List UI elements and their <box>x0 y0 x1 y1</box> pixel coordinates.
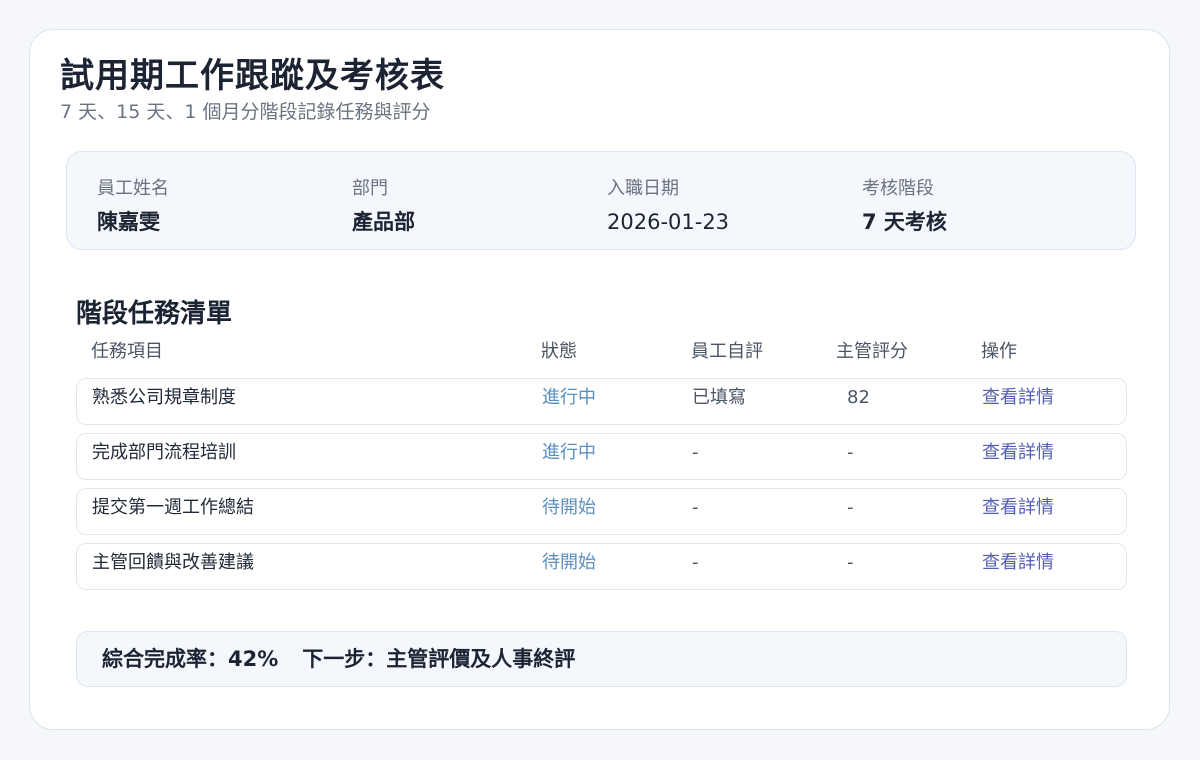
task-self-eval: - <box>692 442 699 463</box>
column-header-supervisor-score: 主管評分 <box>836 341 908 362</box>
task-status: 進行中 <box>542 442 596 463</box>
start-date-value: 2026-01-23 <box>607 210 730 234</box>
summary-bar: 綜合完成率：42% 下一步：主管評價及人事終評 <box>76 631 1127 687</box>
table-row: 提交第一週工作總結 待開始 - - 查看詳情 <box>76 488 1127 535</box>
task-supervisor-score: 82 <box>847 387 870 408</box>
task-status: 待開始 <box>542 552 596 573</box>
column-header-task: 任務項目 <box>91 341 163 362</box>
task-self-eval: - <box>692 552 699 573</box>
appraisal-stage-field: 考核階段 7 天考核 <box>862 177 947 235</box>
department-field: 部門 產品部 <box>352 177 415 235</box>
view-details-link[interactable]: 查看詳情 <box>982 434 1054 472</box>
view-details-link[interactable]: 查看詳情 <box>982 379 1054 417</box>
task-name: 完成部門流程培訓 <box>92 442 236 463</box>
task-status: 進行中 <box>542 387 596 408</box>
task-supervisor-score: - <box>847 442 854 463</box>
employee-name-field: 員工姓名 陳嘉雯 <box>97 177 169 235</box>
task-name: 熟悉公司規章制度 <box>92 387 236 408</box>
appraisal-stage-value: 7 天考核 <box>862 210 947 234</box>
view-details-link[interactable]: 查看詳情 <box>982 544 1054 582</box>
table-row: 熟悉公司規章制度 進行中 已填寫 82 查看詳情 <box>76 378 1127 425</box>
start-date-label: 入職日期 <box>607 178 679 199</box>
page-subtitle: 7 天、15 天、1 個月分階段記錄任務與評分 <box>60 101 431 123</box>
column-header-action: 操作 <box>981 341 1017 362</box>
view-details-link[interactable]: 查看詳情 <box>982 489 1054 527</box>
employee-info-panel: 員工姓名 陳嘉雯 部門 產品部 入職日期 2026-01-23 考核階段 7 天… <box>66 151 1136 250</box>
department-label: 部門 <box>352 178 388 199</box>
task-self-eval: 已填寫 <box>692 387 746 408</box>
page-title: 試用期工作跟蹤及考核表 <box>60 56 445 96</box>
employee-name-value: 陳嘉雯 <box>97 210 160 234</box>
completion-rate-label: 綜合完成率： <box>102 647 228 671</box>
column-header-status: 狀態 <box>541 341 577 362</box>
task-list-title: 階段任務清單 <box>76 299 233 329</box>
appraisal-stage-label: 考核階段 <box>862 178 934 199</box>
department-value: 產品部 <box>352 210 415 234</box>
task-supervisor-score: - <box>847 552 854 573</box>
task-status: 待開始 <box>542 497 596 518</box>
task-name: 提交第一週工作總結 <box>92 497 254 518</box>
table-row: 主管回饋與改善建議 待開始 - - 查看詳情 <box>76 543 1127 590</box>
next-step-value: 主管評價及人事終評 <box>386 647 576 671</box>
task-self-eval: - <box>692 497 699 518</box>
summary-text: 綜合完成率：42% 下一步：主管評價及人事終評 <box>102 632 575 686</box>
table-row: 完成部門流程培訓 進行中 - - 查看詳情 <box>76 433 1127 480</box>
column-header-self-eval: 員工自評 <box>691 341 763 362</box>
employee-name-label: 員工姓名 <box>97 178 169 199</box>
task-name: 主管回饋與改善建議 <box>92 552 254 573</box>
start-date-field: 入職日期 2026-01-23 <box>607 177 729 235</box>
completion-rate-value: 42% <box>228 647 279 671</box>
task-supervisor-score: - <box>847 497 854 518</box>
appraisal-card: 試用期工作跟蹤及考核表 7 天、15 天、1 個月分階段記錄任務與評分 員工姓名… <box>29 29 1170 730</box>
task-table-header: 任務項目 狀態 員工自評 主管評分 操作 <box>76 339 1127 365</box>
next-step-label: 下一步： <box>302 647 387 671</box>
